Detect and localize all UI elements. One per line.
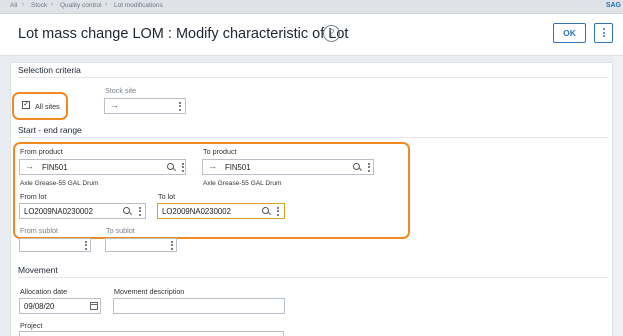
project-field[interactable] xyxy=(19,331,284,336)
more-options-icon[interactable] xyxy=(180,161,186,173)
divider xyxy=(18,77,608,78)
arrow-right-icon: → xyxy=(110,100,119,110)
page-title: Lot mass change LOM : Modify characteris… xyxy=(18,26,349,42)
breadcrumb-quality-control[interactable]: Quality control xyxy=(60,2,102,9)
from-product-label: From product xyxy=(20,147,63,156)
to-product-field[interactable]: → FIN501 xyxy=(202,159,374,175)
page-header: Lot mass change LOM : Modify characteris… xyxy=(0,14,623,56)
scrollbar[interactable] xyxy=(613,56,623,336)
highlight-range-fields xyxy=(13,142,410,239)
to-sublot-label: To sublot xyxy=(106,226,135,235)
more-options-icon[interactable] xyxy=(275,205,281,217)
from-product-description: Axle Grease-55 GAL Drum xyxy=(20,180,99,187)
brand-logo: SAG xyxy=(605,2,621,9)
from-product-field[interactable]: → FIN501 xyxy=(19,159,186,175)
section-title-selection-criteria: Selection criteria xyxy=(18,65,81,75)
from-lot-value: LO2009NA0230002 xyxy=(24,207,93,216)
breadcrumb: All › Stock › Quality control › Lot modi… xyxy=(0,0,623,14)
more-options-icon[interactable] xyxy=(83,239,89,251)
allocation-date-label: Allocation date xyxy=(20,287,68,296)
arrow-right-icon: → xyxy=(208,161,217,171)
help-icon[interactable]: ? xyxy=(323,25,340,42)
to-lot-field[interactable]: LO2009NA0230002 xyxy=(157,203,285,219)
breadcrumb-all[interactable]: All xyxy=(10,2,17,9)
search-icon[interactable] xyxy=(167,163,174,170)
project-label: Project xyxy=(20,321,43,330)
section-title-movement: Movement xyxy=(18,265,58,275)
from-product-value: FIN501 xyxy=(42,163,68,172)
breadcrumb-separator-icon: › xyxy=(51,1,54,8)
all-sites-label: All sites xyxy=(35,102,60,111)
more-options-icon[interactable] xyxy=(366,161,372,173)
to-product-label: To product xyxy=(203,147,237,156)
more-options-icon[interactable] xyxy=(169,239,175,251)
from-lot-field[interactable]: LO2009NA0230002 xyxy=(19,203,146,219)
stock-site-label: Stock site xyxy=(105,86,137,95)
breadcrumb-stock[interactable]: Stock xyxy=(31,2,47,9)
all-sites-checkbox[interactable]: ✓ xyxy=(22,101,30,109)
allocation-date-value: 09/08/20 xyxy=(24,302,55,311)
to-lot-value: LO2009NA0230002 xyxy=(162,207,231,216)
to-product-description: Axle Grease-55 GAL Drum xyxy=(203,180,282,187)
search-icon[interactable] xyxy=(353,163,360,170)
more-actions-button[interactable] xyxy=(594,23,613,43)
calendar-icon[interactable] xyxy=(90,302,98,310)
to-lot-label: To lot xyxy=(158,192,176,201)
allocation-date-field[interactable]: 09/08/20 xyxy=(19,298,101,314)
ok-button[interactable]: OK xyxy=(553,23,586,43)
stock-site-field[interactable]: → xyxy=(104,98,186,114)
search-icon[interactable] xyxy=(262,207,269,214)
movement-description-label: Movement description xyxy=(114,287,185,296)
to-sublot-field[interactable] xyxy=(105,238,177,252)
movement-description-field[interactable] xyxy=(113,298,285,314)
arrow-right-icon: → xyxy=(25,161,34,171)
breadcrumb-lot-modifications[interactable]: Lot modifications xyxy=(114,2,163,9)
breadcrumb-separator-icon: › xyxy=(105,1,108,8)
more-options-icon[interactable] xyxy=(137,205,143,217)
more-options-icon[interactable] xyxy=(177,100,183,112)
breadcrumb-separator-icon: › xyxy=(22,1,25,8)
from-sublot-label: From sublot xyxy=(20,226,58,235)
section-title-start-end-range: Start - end range xyxy=(18,125,82,135)
divider xyxy=(18,277,608,278)
to-product-value: FIN501 xyxy=(225,163,251,172)
divider xyxy=(18,137,608,138)
from-lot-label: From lot xyxy=(20,192,47,201)
search-icon[interactable] xyxy=(123,207,130,214)
from-sublot-field[interactable] xyxy=(19,238,91,252)
